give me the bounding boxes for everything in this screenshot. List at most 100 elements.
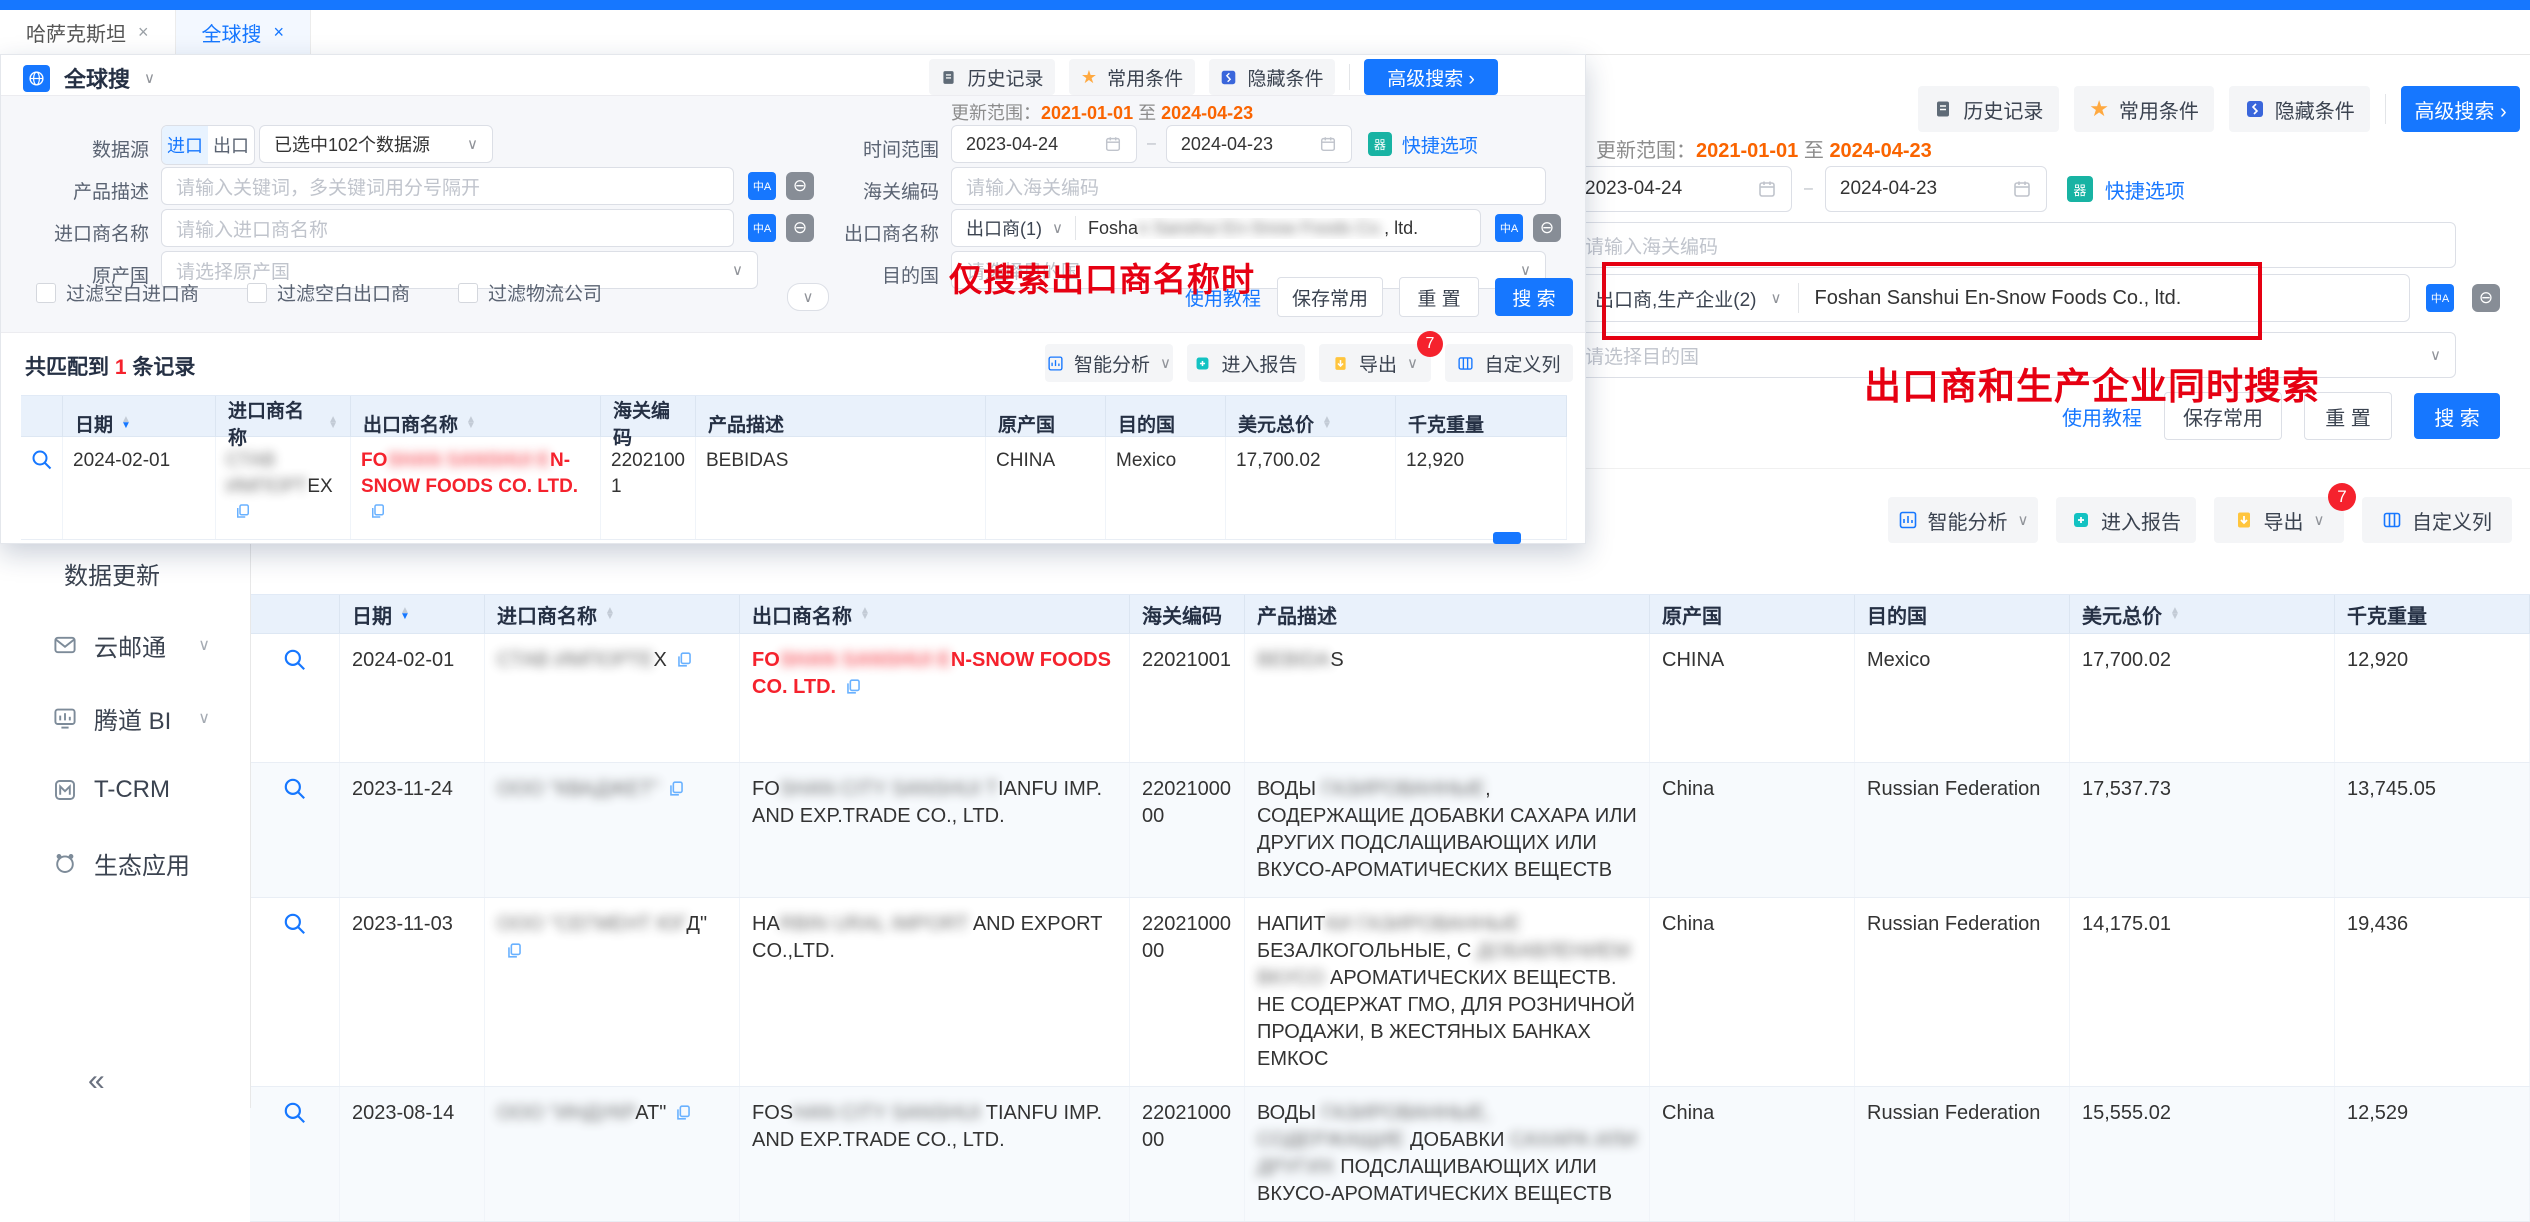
- cell-origin: China: [1650, 1087, 1855, 1221]
- cell-exporter: HARBIN URAL IMPORT AND EXPORT CO.,LTD.: [740, 898, 1130, 1086]
- exact-match-icon[interactable]: ⊖: [1533, 214, 1561, 242]
- sort-icon: ▲▼: [400, 608, 410, 620]
- header-hs-code: 海关编码: [1130, 595, 1245, 633]
- quick-options-link[interactable]: 快捷选项: [1402, 131, 1478, 158]
- row-search-icon[interactable]: [282, 911, 308, 1073]
- sidebar-item-eco-apps[interactable]: 生态应用: [0, 839, 250, 887]
- copy-icon[interactable]: [234, 502, 252, 528]
- checkbox-icon[interactable]: [458, 283, 478, 303]
- enter-report-button[interactable]: 进入报告: [1187, 344, 1305, 382]
- cell-hs-code: 22021001: [601, 437, 696, 539]
- filter-blank-importer[interactable]: 过滤空白进口商: [36, 279, 199, 306]
- enter-report-button[interactable]: 进入报告: [2056, 497, 2196, 543]
- pagination-fragment[interactable]: [1493, 532, 1521, 544]
- date-to-input[interactable]: 2024-04-23: [1166, 125, 1352, 163]
- translate-icon[interactable]: 中A: [2426, 284, 2454, 312]
- advanced-search-button[interactable]: 高级搜索 ›: [1364, 59, 1498, 95]
- chevron-down-icon[interactable]: ∨: [144, 69, 155, 87]
- sidebar-item-t-crm[interactable]: T-CRM: [0, 766, 250, 814]
- export-toggle[interactable]: 出口: [208, 126, 254, 164]
- chevron-down-icon: ∨: [2430, 346, 2441, 364]
- save-common-button[interactable]: 保存常用: [1277, 277, 1383, 317]
- header-date[interactable]: 日期▲▼: [340, 595, 485, 633]
- tab-global-search[interactable]: 全球搜 ×: [176, 10, 312, 54]
- filter-logistics[interactable]: 过滤物流公司: [458, 279, 602, 306]
- export-button[interactable]: 导出 ∨ 7: [1319, 344, 1431, 382]
- history-button[interactable]: 历史记录: [929, 59, 1055, 95]
- close-icon[interactable]: ×: [138, 22, 149, 43]
- exact-match-icon[interactable]: ⊖: [2472, 284, 2500, 312]
- filter-blank-exporter[interactable]: 过滤空白出口商: [247, 279, 410, 306]
- tab-label: 哈萨克斯坦: [26, 18, 126, 47]
- copy-icon[interactable]: [674, 1103, 693, 1130]
- row-search-icon[interactable]: [282, 647, 308, 749]
- date-separator: –: [1147, 135, 1156, 153]
- custom-columns-button[interactable]: 自定义列: [2362, 497, 2512, 543]
- sidebar-item-cloud-mail[interactable]: 云邮通 ∨: [0, 621, 250, 669]
- globe-icon: [23, 65, 50, 92]
- date-to-input[interactable]: 2024-04-23: [1825, 166, 2047, 212]
- close-icon[interactable]: ×: [274, 22, 285, 43]
- header-exporter[interactable]: 出口商名称▲▼: [740, 595, 1130, 633]
- table-row: 2024-02-01 СТАВ ИМПОРТEX FOSHAN SANSHUI …: [21, 437, 1567, 540]
- copy-icon[interactable]: [667, 779, 686, 806]
- cell-date: 2023-08-14: [340, 1087, 485, 1221]
- sidebar-item-tengdao-bi[interactable]: 腾道 BI ∨: [0, 694, 250, 742]
- copy-icon[interactable]: [369, 502, 387, 528]
- history-button[interactable]: 历史记录: [1918, 86, 2059, 132]
- row-search-icon[interactable]: [30, 448, 54, 528]
- translate-icon[interactable]: 中A: [748, 214, 776, 242]
- copy-icon[interactable]: [844, 677, 863, 704]
- search-button[interactable]: 搜 索: [1495, 278, 1573, 316]
- exporter-name-input[interactable]: Foshan Sanshui En-Snow Foods Co., ltd.: [1076, 218, 1430, 239]
- reset-button[interactable]: 重 置: [1399, 277, 1479, 317]
- data-source-select[interactable]: 已选中102个数据源 ∨: [259, 125, 493, 163]
- cell-hs-code: 22021001: [1130, 634, 1245, 762]
- checkbox-icon[interactable]: [247, 283, 267, 303]
- tab-kazakhstan[interactable]: 哈萨克斯坦 ×: [0, 10, 176, 54]
- cell-actions: [250, 1087, 340, 1221]
- header-importer[interactable]: 进口商名称▲▼: [485, 595, 740, 633]
- collapse-arrows-icon: [2245, 99, 2265, 119]
- exporter-type-select[interactable]: 出口商(1) ∨: [952, 210, 1075, 246]
- date-from-input[interactable]: 2023-04-24: [951, 125, 1137, 163]
- row-search-icon[interactable]: [282, 776, 308, 884]
- common-conditions-button[interactable]: ★ 常用条件: [2074, 86, 2215, 132]
- translate-icon[interactable]: 中A: [1495, 214, 1523, 242]
- time-range-label: 时间范围: [791, 135, 939, 162]
- quick-options-link[interactable]: 快捷选项: [2105, 175, 2185, 204]
- copy-icon[interactable]: [505, 941, 524, 968]
- columns-icon: [2382, 510, 2402, 530]
- common-conditions-button[interactable]: ★ 常用条件: [1069, 59, 1195, 95]
- sidebar-collapse-button[interactable]: «: [88, 1064, 105, 1098]
- sidebar-item-data-update[interactable]: 数据更新: [0, 549, 250, 597]
- smart-analysis-button[interactable]: 智能分析 ∨: [1888, 497, 2038, 543]
- search-button[interactable]: 搜 索: [2414, 393, 2500, 439]
- table-header-row: 日期▲▼ 进口商名称▲▼ 出口商名称▲▼ 海关编码 产品描述 原产国 目的国 美…: [250, 594, 2530, 634]
- collapse-arrows-icon: [1220, 69, 1237, 86]
- calendar-icon: [1104, 135, 1122, 153]
- hide-conditions-button[interactable]: 隐藏条件: [2229, 86, 2370, 132]
- export-badge: 7: [2328, 483, 2356, 511]
- date-from-input[interactable]: 2023-04-24: [1570, 166, 1792, 212]
- import-toggle[interactable]: 进口: [162, 126, 208, 164]
- checkbox-icon[interactable]: [36, 283, 56, 303]
- header-product: 产品描述: [1245, 595, 1650, 633]
- cell-date: 2023-11-24: [340, 763, 485, 897]
- importer-name-input[interactable]: 请输入进口商名称: [161, 209, 734, 247]
- report-icon: [1194, 355, 1211, 372]
- row-search-icon[interactable]: [282, 1100, 308, 1208]
- hide-conditions-button[interactable]: 隐藏条件: [1209, 59, 1335, 95]
- cell-actions: [21, 437, 63, 539]
- export-button[interactable]: 导出 ∨ 7: [2214, 497, 2344, 543]
- hs-code-input[interactable]: 请输入海关编码: [951, 167, 1546, 205]
- smart-analysis-button[interactable]: 智能分析 ∨: [1045, 344, 1173, 382]
- cell-exporter: FOSHAN SANSHUI EN-SNOW FOODS CO. LTD.: [351, 437, 601, 539]
- header-usd-total[interactable]: 美元总价▲▼: [2070, 595, 2335, 633]
- advanced-search-button[interactable]: 高级搜索 ›: [2401, 86, 2520, 132]
- custom-columns-button[interactable]: 自定义列: [1445, 344, 1573, 382]
- copy-icon[interactable]: [675, 650, 694, 677]
- collapse-panel-button[interactable]: ∨: [787, 283, 829, 311]
- product-desc-input[interactable]: 请输入关键词，多关键词用分号隔开: [161, 167, 734, 205]
- translate-icon[interactable]: 中A: [748, 172, 776, 200]
